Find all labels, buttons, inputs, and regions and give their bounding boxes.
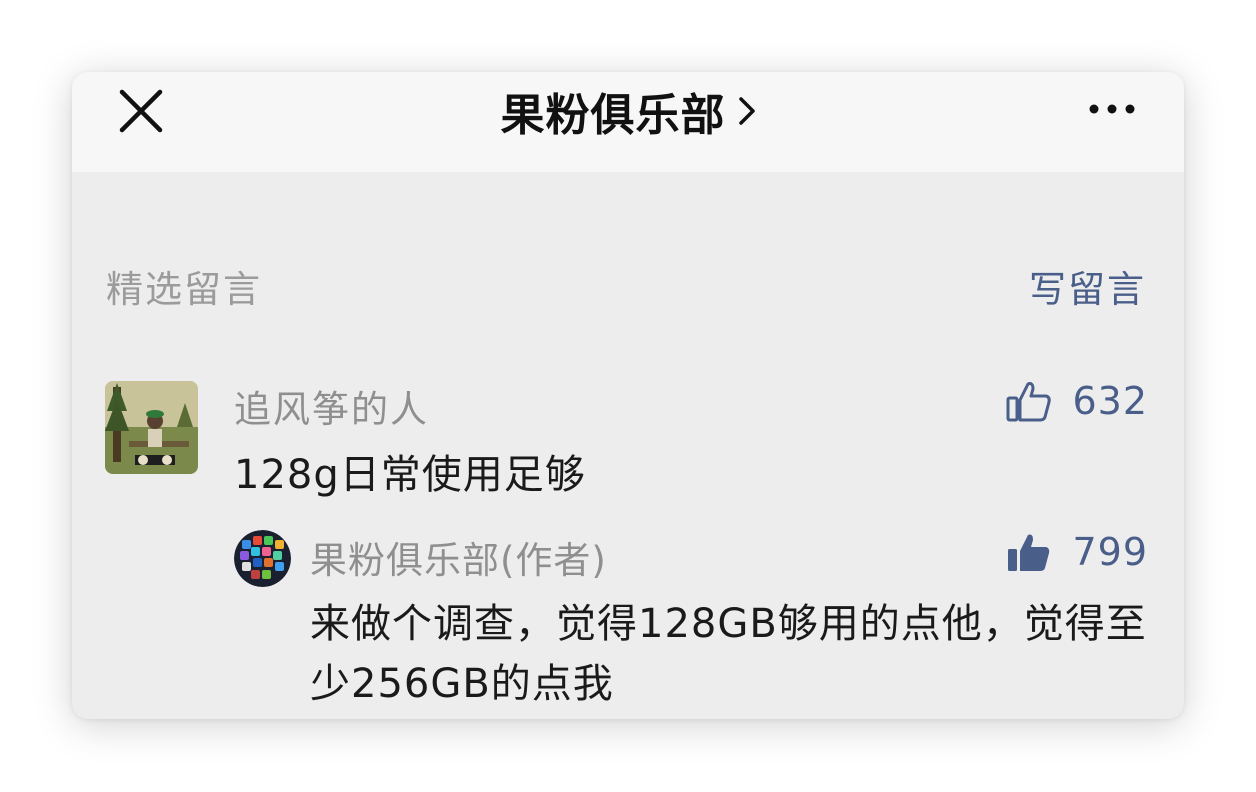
like-button[interactable]: 632 (1006, 379, 1148, 423)
comment-text: 128g日常使用足够 (234, 452, 586, 498)
like-count: 632 (1072, 379, 1148, 423)
thumbs-up-outline-icon (1006, 382, 1052, 422)
header-title-link[interactable]: 果粉俱乐部 (72, 72, 1184, 150)
landscape-avatar-image (105, 381, 198, 474)
more-horizontal-icon (1089, 104, 1135, 114)
app-icons-globe-avatar (234, 530, 291, 587)
chevron-right-icon (738, 97, 755, 125)
more-options-button[interactable] (1082, 92, 1142, 126)
reply-text: 来做个调查，觉得128GB够用的点他，觉得至少256GB的点我 (310, 601, 1147, 707)
author-avatar[interactable] (234, 530, 291, 587)
commenter-avatar[interactable] (105, 381, 198, 474)
page-title: 果粉俱乐部 (500, 90, 726, 141)
reply-like-button[interactable]: 799 (1006, 530, 1148, 574)
thumbs-up-filled-icon (1008, 534, 1050, 571)
write-comment-link[interactable]: 写留言 (1029, 259, 1146, 313)
article-comments-card: 果粉俱乐部 精选留言 写留言 追风筝的人 128g日常使用足够 632 果粉俱乐… (72, 72, 1184, 719)
featured-comments-title: 精选留言 (106, 268, 262, 311)
commenter-name: 追风筝的人 (234, 388, 429, 431)
reply-like-count: 799 (1072, 530, 1148, 574)
top-navigation-bar: 果粉俱乐部 (72, 72, 1184, 172)
author-name: 果粉俱乐部(作者) (310, 539, 607, 582)
